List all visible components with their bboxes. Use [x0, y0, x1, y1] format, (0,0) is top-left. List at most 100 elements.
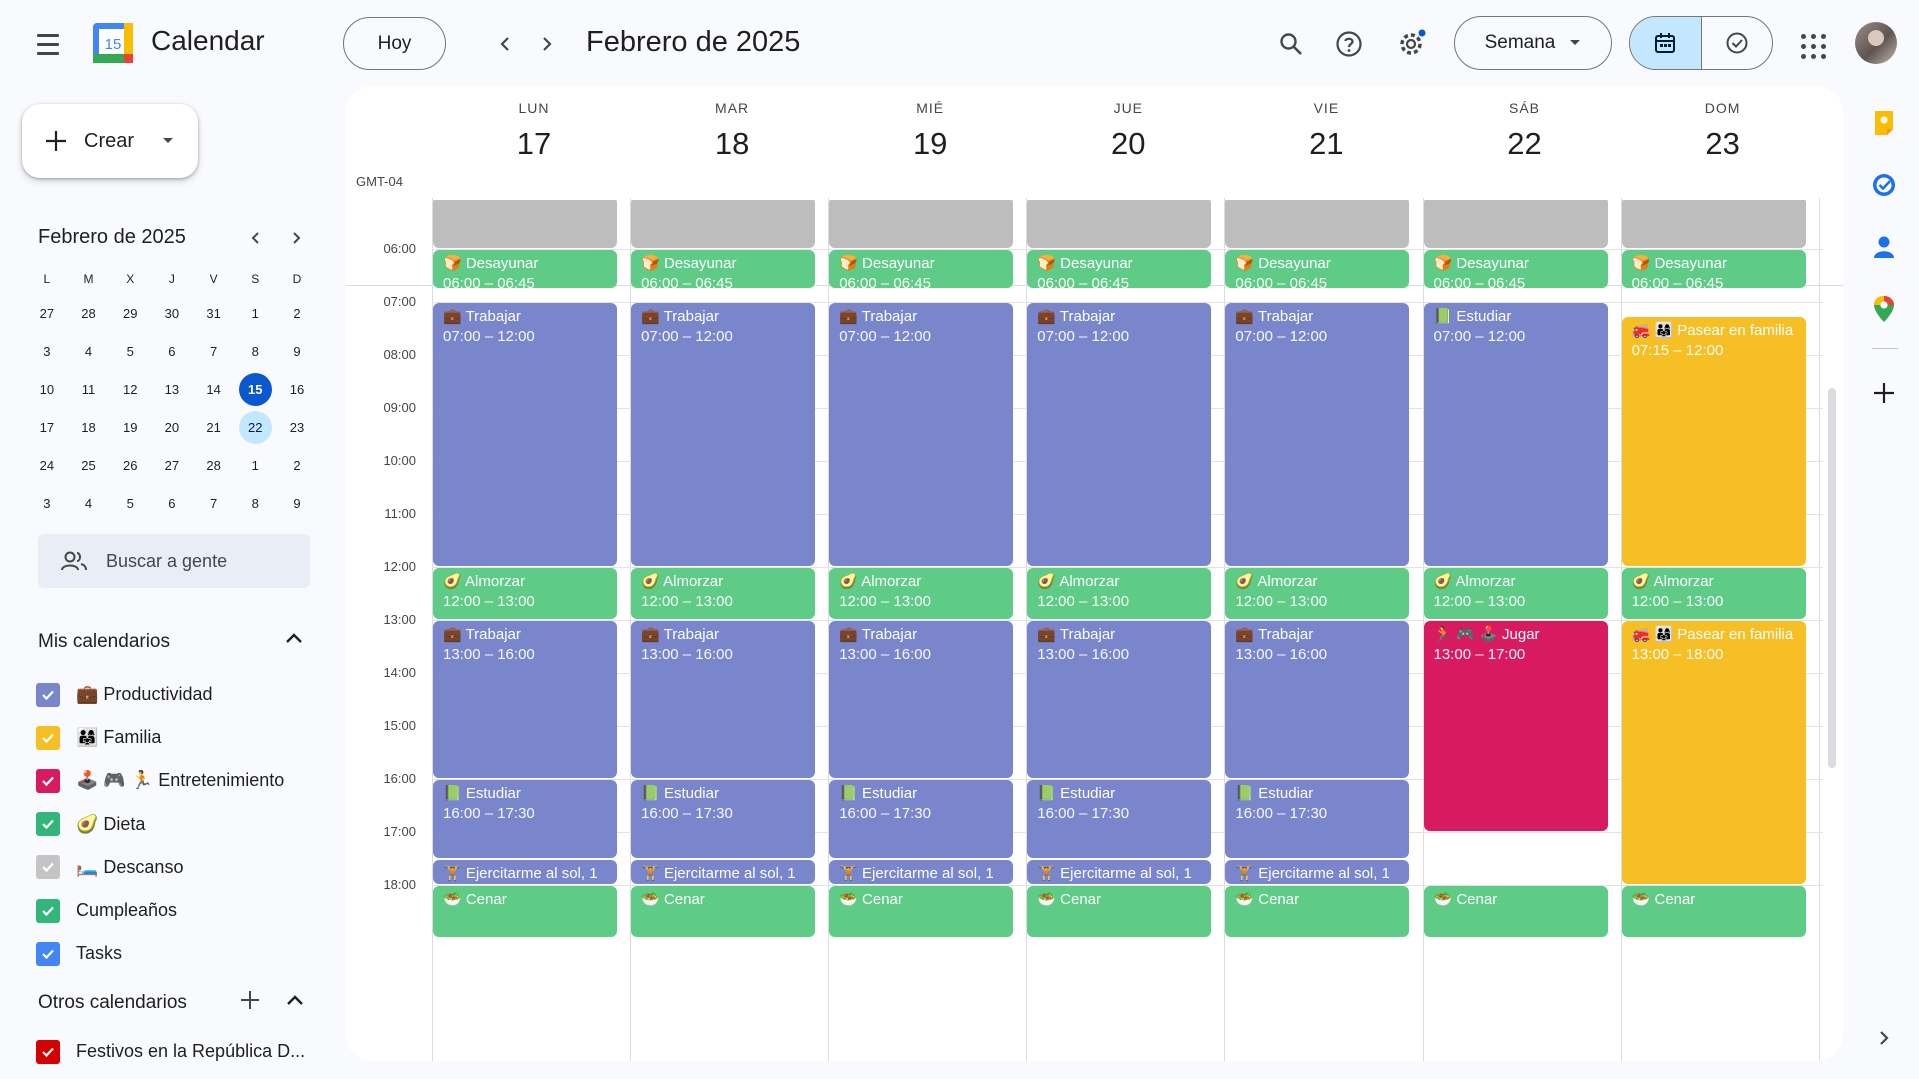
calendar-event[interactable]: 📗 Estudiar 16:00 – 17:30 — [1027, 780, 1212, 858]
mini-day[interactable]: 28 — [193, 446, 235, 484]
calendar-event[interactable]: 🍞 Desayunar 06:00 – 06:45 — [433, 250, 618, 289]
day-number[interactable]: 19 — [831, 126, 1029, 162]
previous-week-icon[interactable] — [487, 26, 523, 62]
mini-day[interactable]: 8 — [234, 484, 276, 522]
calendar-event[interactable] — [433, 200, 618, 249]
mini-day[interactable]: 26 — [109, 446, 151, 484]
mini-day[interactable]: 18 — [68, 408, 110, 446]
mini-day[interactable]: 16 — [276, 370, 318, 408]
mini-prev-month-icon[interactable] — [242, 224, 270, 252]
mini-day[interactable]: 3 — [26, 332, 68, 370]
mini-day[interactable]: 4 — [68, 332, 110, 370]
calendar-event[interactable]: 💼 Trabajar 07:00 – 12:00 — [433, 303, 618, 567]
calendar-event[interactable]: 🥗 Cenar — [829, 886, 1014, 938]
mini-day[interactable]: 13 — [151, 370, 193, 408]
calendar-item[interactable]: 🕹️ 🎮 🏃 Entretenimiento — [36, 759, 284, 802]
calendar-event[interactable]: 🥗 Cenar — [1225, 886, 1410, 938]
calendar-event[interactable] — [631, 200, 816, 249]
calendar-event[interactable]: 🚒 👨‍👩‍👧 Pasear en familia 07:15 – 12:00 — [1621, 316, 1806, 567]
calendar-event[interactable]: 🏋️ Ejercitarme al sol, 1 — [631, 859, 816, 885]
mini-day[interactable]: 11 — [68, 370, 110, 408]
contacts-icon[interactable] — [1871, 234, 1897, 260]
calendar-event[interactable]: 🏋️ Ejercitarme al sol, 1 — [1027, 859, 1212, 885]
expand-panel-icon[interactable] — [1871, 1025, 1897, 1051]
checkbox[interactable] — [36, 941, 60, 966]
calendar-event[interactable]: 🥑 Almorzar 12:00 – 13:00 — [1027, 568, 1212, 620]
calendar-event[interactable] — [1027, 200, 1212, 249]
mini-day[interactable]: 12 — [109, 370, 151, 408]
mini-day[interactable]: 6 — [151, 332, 193, 370]
calendar-event[interactable] — [1423, 200, 1608, 249]
calendar-event[interactable]: 💼 Trabajar 07:00 – 12:00 — [1027, 303, 1212, 567]
mini-day[interactable]: 31 — [193, 294, 235, 332]
calendar-item[interactable]: Tasks — [36, 932, 284, 975]
checkbox[interactable] — [36, 855, 60, 880]
calendar-event[interactable]: 🥑 Almorzar 12:00 – 13:00 — [631, 568, 816, 620]
mini-day[interactable]: 27 — [151, 446, 193, 484]
calendar-event[interactable]: 🥗 Cenar — [631, 886, 816, 938]
day-number[interactable]: 18 — [633, 126, 831, 162]
mini-day[interactable]: 30 — [151, 294, 193, 332]
help-icon[interactable] — [1328, 23, 1370, 65]
calendar-event[interactable]: 💼 Trabajar 07:00 – 12:00 — [1225, 303, 1410, 567]
checkbox[interactable] — [36, 725, 60, 750]
mini-day[interactable]: 23 — [276, 408, 318, 446]
mini-next-month-icon[interactable] — [282, 224, 310, 252]
mini-day[interactable]: 9 — [276, 484, 318, 522]
mini-day[interactable]: 9 — [276, 332, 318, 370]
day-number[interactable]: 20 — [1029, 126, 1227, 162]
calendar-event[interactable]: 🍞 Desayunar 06:00 – 06:45 — [1423, 250, 1608, 289]
mini-day[interactable]: 4 — [68, 484, 110, 522]
account-avatar[interactable] — [1855, 22, 1897, 64]
calendar-event[interactable]: 🥑 Almorzar 12:00 – 13:00 — [433, 568, 618, 620]
calendar-event[interactable]: 💼 Trabajar 13:00 – 16:00 — [829, 621, 1014, 779]
calendar-item[interactable]: 🥑 Dieta — [36, 803, 284, 846]
mini-day[interactable]: 7 — [193, 332, 235, 370]
keep-icon[interactable] — [1871, 110, 1897, 136]
mini-day[interactable]: 21 — [193, 408, 235, 446]
mini-day[interactable]: 14 — [193, 370, 235, 408]
calendar-event[interactable]: 🏋️ Ejercitarme al sol, 1 — [1225, 859, 1410, 885]
mini-day[interactable]: 28 — [68, 294, 110, 332]
day-column-header[interactable]: MAR 18 — [633, 100, 831, 162]
calendar-item[interactable]: 💼 Productividad — [36, 673, 284, 716]
main-menu-icon[interactable] — [28, 24, 68, 64]
calendar-event[interactable]: 🥑 Almorzar 12:00 – 13:00 — [1423, 568, 1608, 620]
people-search[interactable]: Buscar a gente — [38, 534, 310, 588]
calendar-item[interactable]: Festivos en la República D... — [36, 1030, 305, 1073]
calendar-event[interactable]: 🍞 Desayunar 06:00 – 06:45 — [631, 250, 816, 289]
day-column-header[interactable]: MIÉ 19 — [831, 100, 1029, 162]
tasks-view-icon[interactable] — [1702, 17, 1773, 69]
calendar-event[interactable]: 💼 Trabajar 13:00 – 16:00 — [631, 621, 816, 779]
checkbox[interactable] — [36, 682, 60, 707]
calendar-event[interactable]: 🍞 Desayunar 06:00 – 06:45 — [1027, 250, 1212, 289]
day-column-header[interactable]: VIE 21 — [1227, 100, 1425, 162]
today-button[interactable]: Hoy — [343, 17, 446, 70]
calendar-event[interactable]: 🏋️ Ejercitarme al sol, 1 — [433, 859, 618, 885]
calendar-item[interactable]: Cumpleaños — [36, 889, 284, 932]
mini-day[interactable]: 22 — [234, 408, 276, 446]
calendar-event[interactable]: 💼 Trabajar 07:00 – 12:00 — [631, 303, 816, 567]
day-number[interactable]: 21 — [1227, 126, 1425, 162]
calendar-event[interactable]: 🏋️ Ejercitarme al sol, 1 — [829, 859, 1014, 885]
mini-day[interactable]: 17 — [26, 408, 68, 446]
calendar-event[interactable]: 📗 Estudiar 16:00 – 17:30 — [1225, 780, 1410, 858]
calendar-event[interactable]: 📗 Estudiar 16:00 – 17:30 — [829, 780, 1014, 858]
mini-day[interactable]: 24 — [26, 446, 68, 484]
settings-gear-icon[interactable] — [1390, 23, 1432, 65]
calendar-event[interactable]: 📗 Estudiar 16:00 – 17:30 — [631, 780, 816, 858]
checkbox[interactable] — [36, 768, 60, 793]
calendar-event[interactable]: 💼 Trabajar 07:00 – 12:00 — [829, 303, 1014, 567]
mini-day[interactable]: 27 — [26, 294, 68, 332]
calendar-event[interactable] — [1225, 200, 1410, 249]
mini-day[interactable]: 7 — [193, 484, 235, 522]
mini-day[interactable]: 25 — [68, 446, 110, 484]
mini-day[interactable]: 2 — [276, 446, 318, 484]
next-week-icon[interactable] — [529, 26, 565, 62]
mini-day[interactable]: 5 — [109, 332, 151, 370]
calendar-event[interactable] — [829, 200, 1014, 249]
mini-day[interactable]: 3 — [26, 484, 68, 522]
calendar-event[interactable]: 💼 Trabajar 13:00 – 16:00 — [1027, 621, 1212, 779]
mini-day[interactable]: 10 — [26, 370, 68, 408]
view-selector[interactable]: Semana — [1454, 16, 1612, 70]
